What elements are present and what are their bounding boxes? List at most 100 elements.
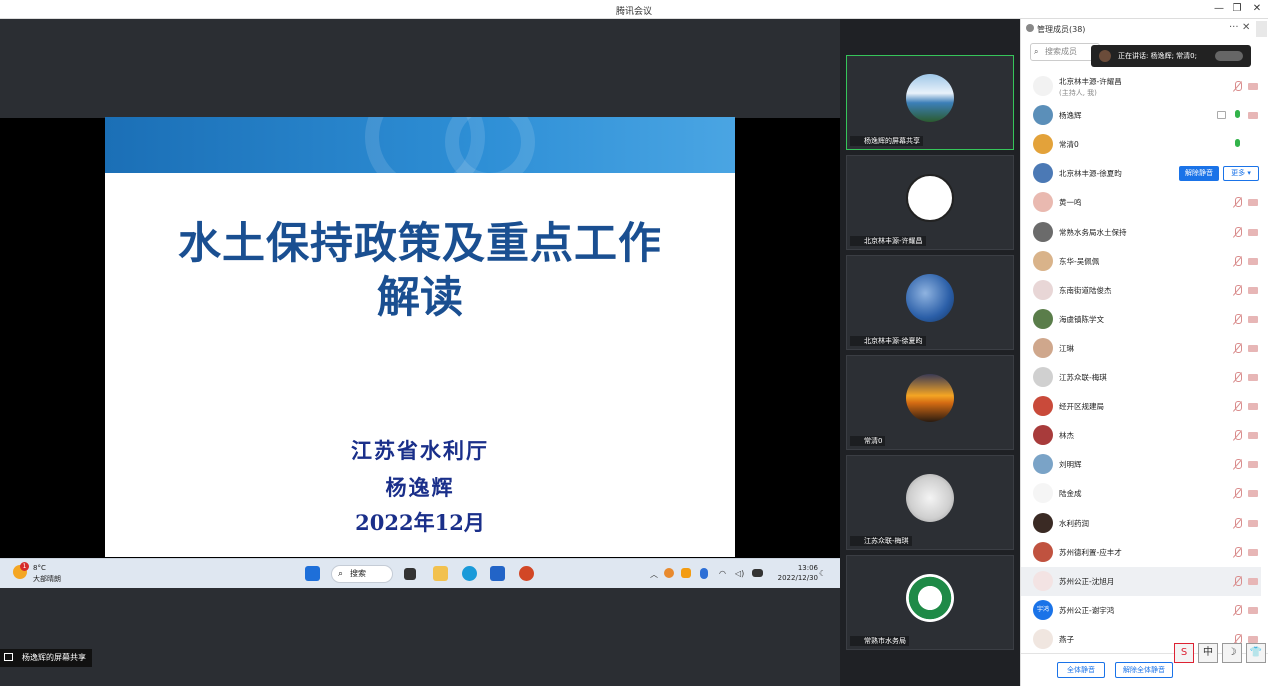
weather-badge: 1 xyxy=(20,562,29,571)
battery-icon xyxy=(752,569,763,577)
close-panel-button[interactable]: ✕ xyxy=(1242,22,1250,33)
member-row[interactable]: 东南街道陆俊杰 xyxy=(1021,276,1261,305)
camera-off-icon[interactable] xyxy=(1248,403,1258,411)
mic-muted-icon[interactable] xyxy=(1233,604,1242,616)
ime-chinese-mode[interactable]: 中 xyxy=(1198,643,1218,663)
mic-muted-icon[interactable] xyxy=(1233,546,1242,558)
shared-taskbar: 1 8°C 大部晴朗 ⌕ 搜索 ︿ ◠ ◁) 13:06 2022/12/30 … xyxy=(0,558,840,588)
camera-off-icon[interactable] xyxy=(1248,519,1258,527)
ime-moon-icon[interactable]: ☽ xyxy=(1222,643,1242,663)
mic-on-icon[interactable] xyxy=(1233,139,1242,150)
camera-off-icon[interactable] xyxy=(1248,432,1258,440)
panel-scroll-button[interactable] xyxy=(1256,21,1267,37)
video-tile[interactable]: 北京林丰源-徐夏昀 xyxy=(846,255,1014,350)
participant-avatar xyxy=(906,474,954,522)
camera-off-icon[interactable] xyxy=(1248,548,1258,556)
camera-off-icon[interactable] xyxy=(1248,286,1258,294)
video-tile[interactable]: 杨逸辉的屏幕共享 xyxy=(846,55,1014,150)
camera-off-icon[interactable] xyxy=(1248,228,1258,236)
camera-off-icon[interactable] xyxy=(1248,315,1258,323)
powerpoint-icon xyxy=(519,566,534,581)
member-row[interactable]: 黄一鸣 xyxy=(1021,188,1261,217)
file-explorer-icon xyxy=(433,566,448,581)
member-name: 刘明辉 xyxy=(1059,460,1082,470)
ime-sogou-icon[interactable]: S xyxy=(1174,643,1194,663)
slide-title-line2: 解读 xyxy=(377,273,463,323)
unmute-all-button[interactable]: 解除全体静音 xyxy=(1115,662,1173,678)
member-row[interactable]: 江苏众联-梅琪 xyxy=(1021,363,1261,392)
member-name: 江苏众联-梅琪 xyxy=(1059,373,1107,382)
member-row[interactable]: 陆金成 xyxy=(1021,479,1261,508)
mic-muted-icon[interactable] xyxy=(1233,401,1242,412)
member-row[interactable]: 水利药润 xyxy=(1021,509,1261,538)
mic-muted-icon[interactable] xyxy=(1233,575,1242,587)
clock-time: 13:06 xyxy=(797,564,818,572)
camera-off-icon[interactable] xyxy=(1248,577,1258,585)
mic-muted-icon[interactable] xyxy=(1233,459,1242,470)
member-row[interactable]: 刘明辉 xyxy=(1021,450,1261,479)
more-options-button[interactable]: ··· xyxy=(1229,22,1239,33)
unmute-member-button[interactable]: 解除静音 xyxy=(1179,166,1219,182)
mic-muted-icon[interactable] xyxy=(1233,255,1242,267)
member-row[interactable]: 宇鸿 苏州公正-谢宇鸿 xyxy=(1021,596,1261,625)
member-role: (主持人, 我) xyxy=(1059,89,1097,97)
speaking-indicator xyxy=(1215,51,1243,61)
slide-header-band xyxy=(105,117,735,173)
mic-muted-icon[interactable] xyxy=(1233,430,1242,441)
camera-off-icon[interactable] xyxy=(1248,257,1258,265)
camera-off-icon[interactable] xyxy=(1248,606,1258,614)
member-row[interactable]: 林杰 xyxy=(1021,421,1261,450)
member-row[interactable]: 北京林丰源-许耀昌 (主持人, 我) xyxy=(1021,72,1261,101)
mic-muted-icon[interactable] xyxy=(1233,372,1242,383)
member-row[interactable]: 海虞镇陈学文 xyxy=(1021,305,1261,334)
slide-title-line1: 水土保持政策及重点工作 xyxy=(178,219,662,269)
mic-muted-icon[interactable] xyxy=(1233,517,1242,529)
member-row[interactable]: 常清0 xyxy=(1021,130,1261,159)
mic-muted-icon[interactable] xyxy=(1233,342,1242,354)
video-tile[interactable]: 江苏众联-梅琪 xyxy=(846,455,1014,550)
camera-off-icon[interactable] xyxy=(1248,199,1258,207)
member-name: 经开区规建局 xyxy=(1059,402,1104,412)
mic-muted-icon[interactable] xyxy=(1233,488,1242,499)
shared-screen: 水土保持政策及重点工作 解读 江苏省水利厅 杨逸辉 2022年12月 1 8°C… xyxy=(0,19,840,667)
camera-off-icon[interactable] xyxy=(1248,374,1258,381)
member-row[interactable]: 经开区规建局 xyxy=(1021,392,1261,421)
mic-muted-icon[interactable] xyxy=(1233,284,1242,296)
member-row[interactable]: 杨逸辉 xyxy=(1021,101,1261,130)
camera-off-icon[interactable] xyxy=(1248,83,1258,90)
mic-on-icon[interactable] xyxy=(1233,110,1242,121)
member-row[interactable]: 苏州公正-沈旭月 xyxy=(1021,566,1261,596)
member-avatar xyxy=(1033,541,1053,562)
restore-button[interactable]: ❐ xyxy=(1229,2,1245,16)
mic-muted-icon[interactable] xyxy=(1233,226,1242,238)
title-bar: 腾讯会议 — ❐ ✕ xyxy=(0,0,1268,19)
member-row[interactable]: 常熟水务局水土保持 xyxy=(1021,218,1261,247)
mic-muted-icon[interactable] xyxy=(1233,81,1242,92)
member-avatar xyxy=(1033,192,1053,213)
member-row[interactable]: 江琳 xyxy=(1021,334,1261,363)
camera-off-icon[interactable] xyxy=(1248,490,1258,498)
video-tile[interactable]: 北京林丰源-许耀昌 xyxy=(846,155,1014,250)
member-name: 常熟水务局水土保持 xyxy=(1059,227,1127,237)
video-tile-name: 杨逸辉的屏幕共享 xyxy=(850,136,923,146)
camera-off-icon[interactable] xyxy=(1248,344,1258,352)
member-row[interactable]: 东华-吴佩佩 xyxy=(1021,247,1261,276)
camera-off-icon[interactable] xyxy=(1248,635,1258,643)
slide-author: 杨逸辉 xyxy=(385,475,455,500)
member-name: 水利药润 xyxy=(1059,518,1089,528)
member-more-button[interactable]: 更多 ▾ xyxy=(1223,166,1259,182)
mic-muted-icon[interactable] xyxy=(1233,313,1242,325)
mute-all-button[interactable]: 全体静音 xyxy=(1057,662,1105,678)
video-tile[interactable]: 常熟市水务局 xyxy=(846,555,1014,650)
member-avatar xyxy=(1033,337,1053,358)
member-row[interactable]: 北京林丰源-徐夏昀 解除静音 更多 ▾ xyxy=(1021,159,1261,188)
ime-skin-icon[interactable]: 👕 xyxy=(1246,643,1266,663)
camera-off-icon[interactable] xyxy=(1248,112,1258,120)
member-row[interactable]: 苏州德利置-应丰才 xyxy=(1021,538,1261,567)
member-search-input[interactable]: ⌕ 搜索成员 xyxy=(1030,43,1100,61)
camera-off-icon[interactable] xyxy=(1248,461,1258,469)
close-button[interactable]: ✕ xyxy=(1249,2,1265,16)
minimize-button[interactable]: — xyxy=(1211,2,1227,16)
mic-muted-icon[interactable] xyxy=(1233,197,1242,208)
video-tile[interactable]: 常清0 xyxy=(846,355,1014,450)
